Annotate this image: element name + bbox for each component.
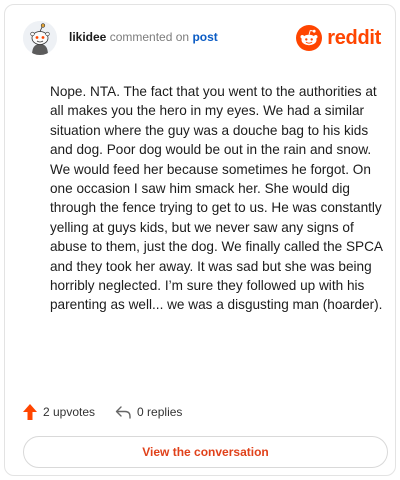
- brand-wordmark: reddit: [327, 27, 381, 49]
- comment-body: Nope. NTA. The fact that you went to the…: [50, 84, 383, 313]
- comment-actions: 2 upvotes 0 replies: [23, 402, 182, 422]
- action-text: commented on: [109, 30, 190, 44]
- snoo-avatar-icon: [23, 21, 57, 55]
- comment-card: likidee commented on post reddit Nope. N…: [4, 4, 396, 476]
- upvote-arrow-icon: [23, 404, 37, 420]
- view-conversation-button[interactable]: View the conversation: [23, 436, 388, 468]
- upvote-count: 2 upvotes: [43, 405, 96, 419]
- username-link[interactable]: likidee: [69, 30, 106, 44]
- user-avatar[interactable]: [23, 21, 57, 55]
- reddit-brand[interactable]: reddit: [296, 25, 381, 51]
- comment-header: likidee commented on post reddit: [17, 17, 383, 57]
- reply-count: 0 replies: [137, 405, 183, 419]
- reply-arrow-icon: [115, 406, 131, 419]
- comment-meta: likidee commented on post: [69, 30, 218, 44]
- reply-button[interactable]: 0 replies: [115, 405, 182, 419]
- upvote-button[interactable]: 2 upvotes: [23, 404, 95, 420]
- post-link[interactable]: post: [192, 30, 217, 44]
- reddit-logo-icon: [296, 25, 323, 51]
